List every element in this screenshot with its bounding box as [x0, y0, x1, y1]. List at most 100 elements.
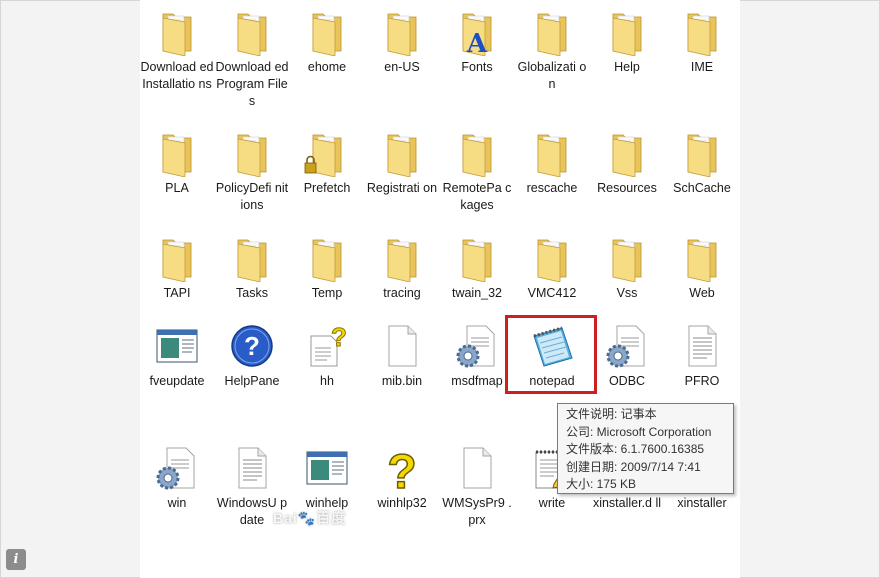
blank-file-icon	[378, 322, 426, 370]
file-item-schcache[interactable]: SchCache	[665, 129, 739, 197]
file-item-label: ehome	[307, 60, 347, 74]
folder-icon	[528, 8, 576, 56]
file-item-twain_32[interactable]: twain_32	[440, 234, 514, 302]
file-item-label: Temp	[311, 286, 343, 300]
file-item-winhelp[interactable]: winhelp	[290, 444, 364, 512]
folder-icon	[378, 8, 426, 56]
file-item-label: xinstaller.d ll	[592, 496, 662, 510]
file-item-mib-bin[interactable]: mib.bin	[365, 322, 439, 390]
folder-icon	[678, 8, 726, 56]
file-item-label: Resources	[597, 181, 657, 195]
file-item-hh[interactable]: ? hh	[290, 322, 364, 390]
file-item-downloadedprogramfiles[interactable]: Download ed Program Files	[215, 8, 289, 110]
help-document-icon: ?	[303, 322, 351, 370]
file-item-label: SchCache	[673, 181, 731, 195]
svg-text:?: ?	[331, 322, 347, 352]
blank-file-icon	[453, 444, 501, 492]
file-item-wmsyspr9-prx[interactable]: WMSysPr9 .prx	[440, 444, 514, 529]
locked-folder-icon	[303, 129, 351, 177]
file-item-label: mib.bin	[381, 374, 423, 388]
file-item-label: Registrati on	[366, 181, 438, 195]
file-item-label: HelpPane	[224, 374, 280, 388]
file-item-win[interactable]: win	[140, 444, 214, 512]
file-item-label: Fonts	[461, 60, 493, 74]
folder-icon	[453, 129, 501, 177]
file-item-fonts[interactable]: A Fonts	[440, 8, 514, 76]
folder-icon	[378, 234, 426, 282]
help-yellow-icon: ?	[378, 444, 426, 492]
file-item-ehome[interactable]: ehome	[290, 8, 364, 76]
folder-icon	[603, 234, 651, 282]
folder-icon	[678, 234, 726, 282]
file-item-pla[interactable]: PLA	[140, 129, 214, 197]
folder-icon	[678, 129, 726, 177]
file-item-label: WMSysPr9 .prx	[442, 496, 512, 527]
file-item-label: Prefetch	[303, 181, 351, 195]
file-item-temp[interactable]: Temp	[290, 234, 364, 302]
file-item-label: RemotePa ckages	[442, 181, 512, 212]
file-item-label: xinstaller	[677, 496, 727, 510]
file-item-help[interactable]: Help	[590, 8, 664, 76]
file-item-winhlp32[interactable]: ? winhlp32	[365, 444, 439, 512]
file-item-tapi[interactable]: TAPI	[140, 234, 214, 302]
file-item-label: Help	[614, 60, 640, 74]
file-item-tracing[interactable]: tracing	[365, 234, 439, 302]
folder-icon	[453, 234, 501, 282]
tooltip-version: 文件版本: 6.1.7600.16385	[566, 442, 705, 456]
file-item-msdfmap[interactable]: msdfmap	[440, 322, 514, 390]
info-icon[interactable]: i	[6, 549, 26, 570]
file-item-label: Vss	[616, 286, 638, 300]
file-item-policydefinitions[interactable]: PolicyDefi nitions	[215, 129, 289, 214]
config-gear-icon	[603, 322, 651, 370]
file-item-odbc[interactable]: ODBC	[590, 322, 664, 390]
file-item-label: write	[538, 496, 566, 510]
file-item-vmc412[interactable]: VMC412	[515, 234, 589, 302]
file-item-label: tracing	[383, 286, 421, 300]
file-item-label: Download ed Program Files	[215, 60, 289, 108]
file-item-resources[interactable]: Resources	[590, 129, 664, 197]
folder-icon	[228, 129, 276, 177]
file-item-label: PFRO	[684, 374, 720, 388]
folder-icon	[528, 129, 576, 177]
file-item-label: Globalizati on	[517, 60, 587, 91]
file-item-rescache[interactable]: rescache	[515, 129, 589, 197]
file-item-vss[interactable]: Vss	[590, 234, 664, 302]
file-item-prefetch[interactable]: Prefetch	[290, 129, 364, 197]
file-item-tasks[interactable]: Tasks	[215, 234, 289, 302]
file-item-label: ODBC	[608, 374, 646, 388]
svg-text:?: ?	[244, 331, 260, 361]
notepad-highlight-box	[505, 315, 597, 394]
tooltip-created: 创建日期: 2009/7/14 7:41	[566, 459, 701, 474]
file-item-label: PLA	[165, 181, 189, 195]
file-item-downloadedinstallations[interactable]: Download ed Installatio ns	[140, 8, 214, 93]
app-window-icon	[303, 444, 351, 492]
file-item-globalization[interactable]: Globalizati on	[515, 8, 589, 93]
app-window-icon	[153, 322, 201, 370]
file-item-helppane[interactable]: ? HelpPane	[215, 322, 289, 390]
watermark: Bai🐾百度	[273, 510, 347, 526]
svg-text:?: ?	[387, 446, 416, 492]
file-item-label: win	[167, 496, 187, 510]
file-item-label: Web	[689, 286, 715, 300]
text-file-icon	[228, 444, 276, 492]
file-item-ime[interactable]: IME	[665, 8, 739, 76]
folder-icon	[153, 129, 201, 177]
folder-icon	[378, 129, 426, 177]
folder-icon	[603, 129, 651, 177]
file-item-remotepackages[interactable]: RemotePa ckages	[440, 129, 514, 214]
file-item-label: msdfmap	[451, 374, 503, 388]
folder-icon	[303, 234, 351, 282]
tooltip-company: 公司: Microsoft Corporation	[566, 424, 712, 439]
folder-icon	[228, 234, 276, 282]
config-gear-icon	[153, 444, 201, 492]
file-item-en-us[interactable]: en-US	[365, 8, 439, 76]
folder-icon	[528, 234, 576, 282]
file-item-registration[interactable]: Registrati on	[365, 129, 439, 197]
file-item-fveupdate[interactable]: fveupdate	[140, 322, 214, 390]
tooltip-description: 文件说明: 记事本	[566, 407, 657, 421]
config-gear-icon	[453, 322, 501, 370]
folder-icon	[153, 234, 201, 282]
file-item-pfro[interactable]: PFRO	[665, 322, 739, 390]
fonts-folder-icon: A	[453, 8, 501, 56]
file-item-web[interactable]: Web	[665, 234, 739, 302]
